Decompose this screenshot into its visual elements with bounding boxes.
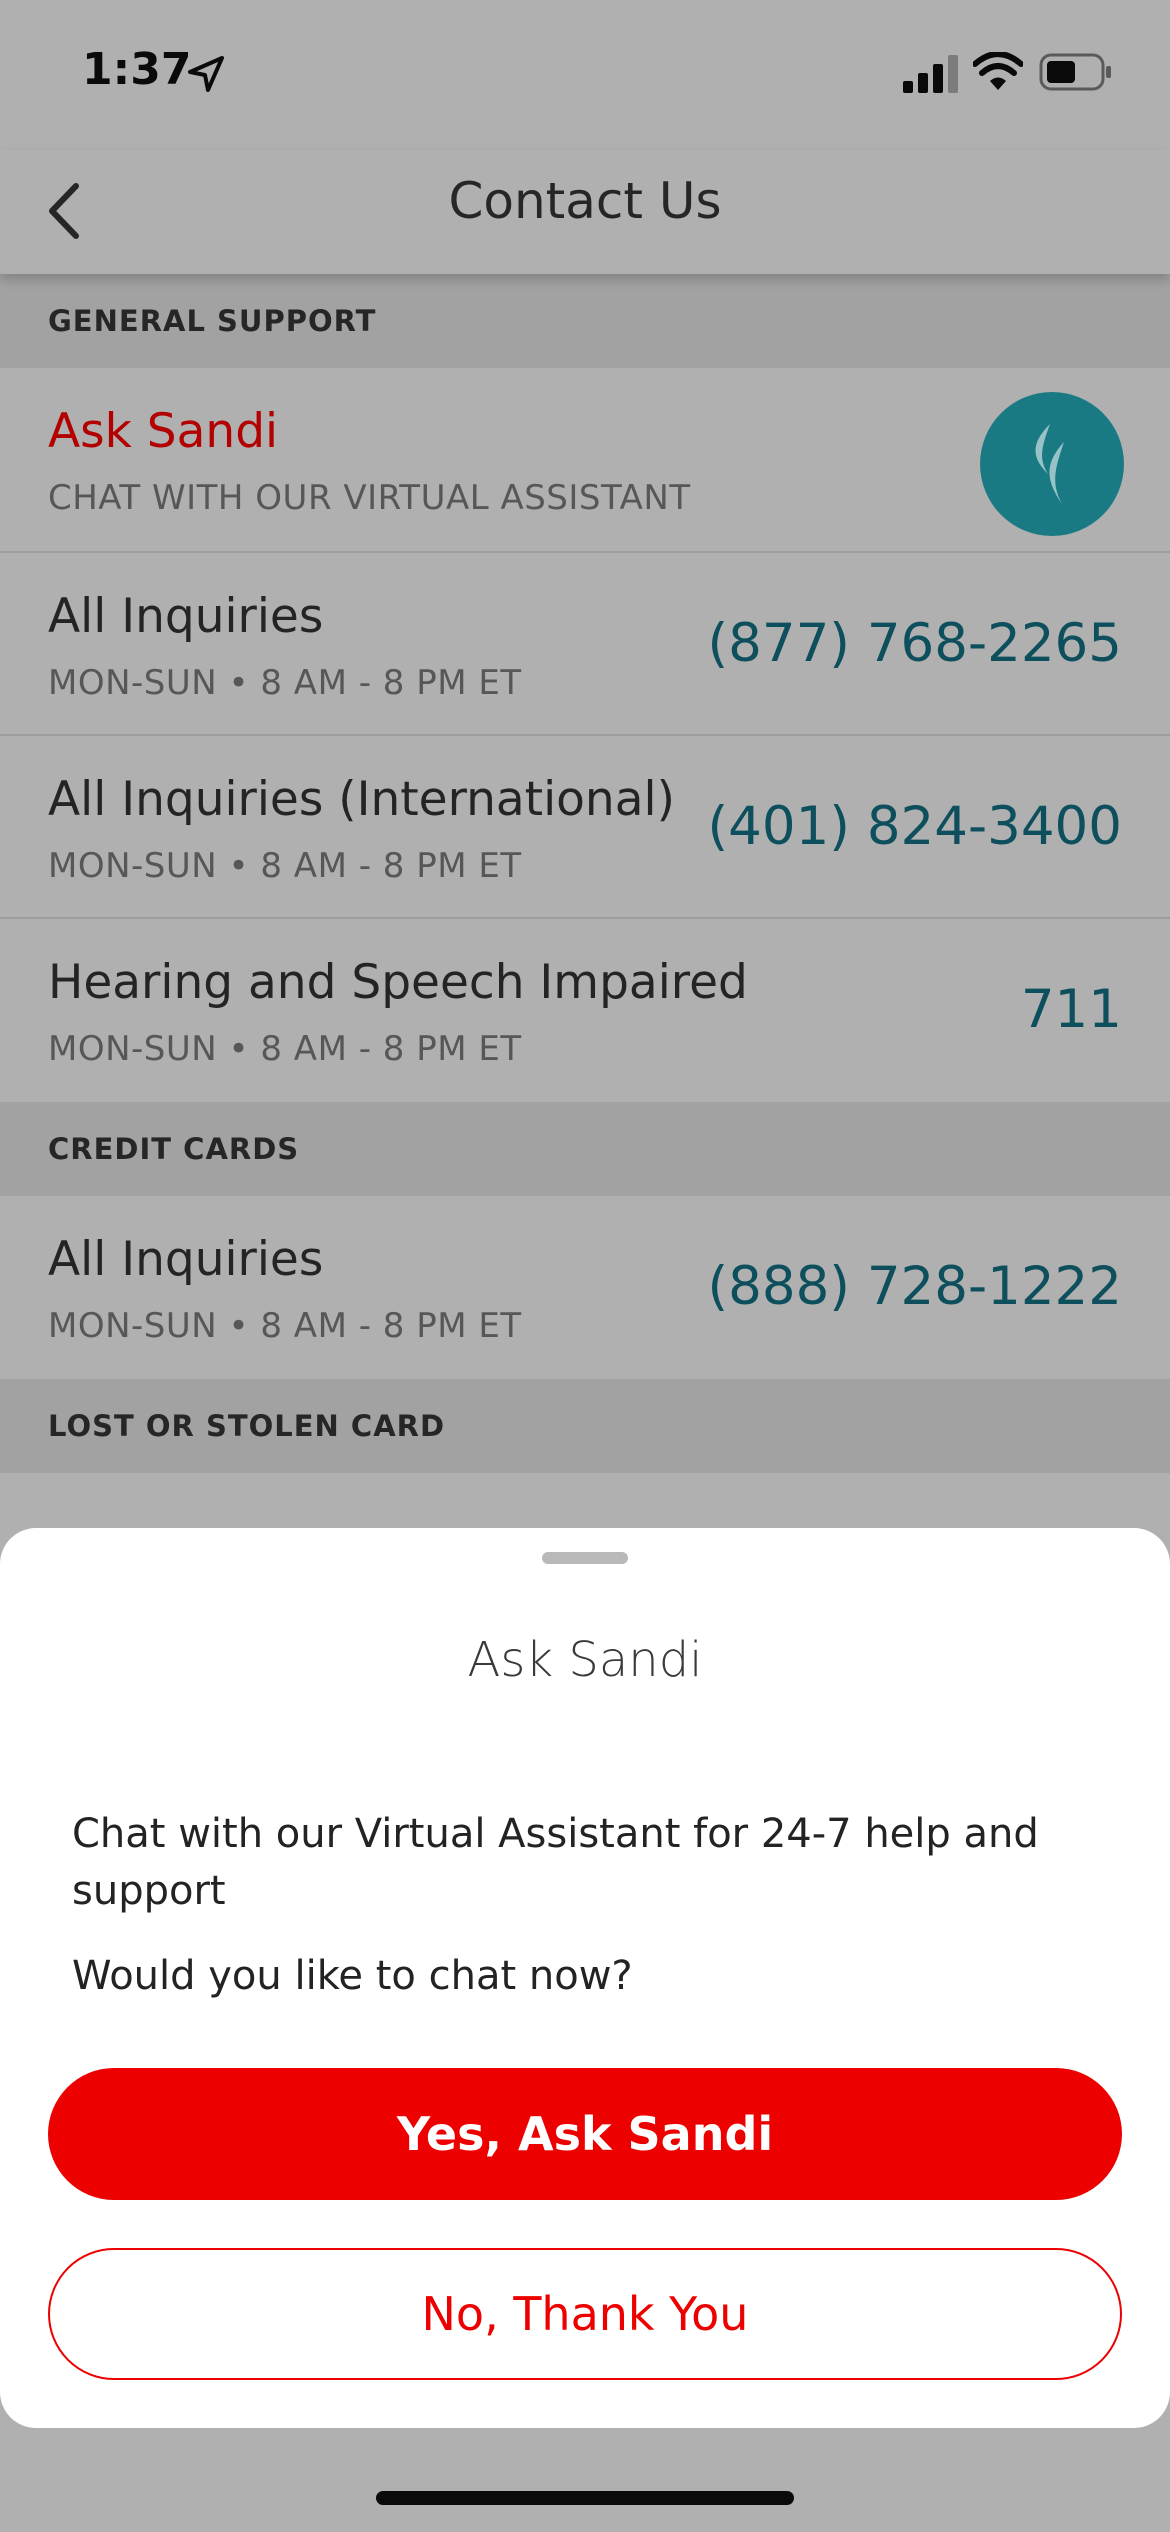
contact-row-credit-cards[interactable]: All Inquiries MON-SUN • 8 AM - 8 PM ET (… [0, 1196, 1170, 1379]
sheet-title: Ask Sandi [467, 1632, 703, 1688]
navigation-bar: Contact Us [0, 150, 1170, 274]
wifi-icon [973, 52, 1023, 90]
status-bar: 1:37 [0, 0, 1170, 150]
sheet-description: Chat with our Virtual Assistant for 24-7… [72, 1811, 1039, 1914]
section-header-lost-stolen: LOST OR STOLEN CARD [0, 1379, 1170, 1473]
sandi-flame-icon [1035, 424, 1064, 504]
contact-hours: MON-SUN • 8 AM - 8 PM ET [48, 1029, 522, 1069]
contact-title: Hearing and Speech Impaired [48, 955, 748, 1010]
home-indicator[interactable] [376, 2491, 794, 2505]
page-title: Contact Us [448, 172, 722, 230]
ask-sandi-title: Ask Sandi [48, 404, 279, 459]
phone-link[interactable]: 711 [1021, 979, 1122, 1040]
cellular-signal-icon [903, 55, 958, 93]
no-thank-you-button[interactable]: No, Thank You [48, 2248, 1122, 2380]
status-time: 1:37 [82, 44, 192, 95]
sheet-question: Would you like to chat now? [72, 1953, 633, 1999]
contact-hours: MON-SUN • 8 AM - 8 PM ET [48, 846, 522, 886]
contact-title: All Inquiries [48, 1232, 324, 1287]
sheet-grabber[interactable] [542, 1552, 628, 1564]
yes-ask-sandi-button[interactable]: Yes, Ask Sandi [48, 2068, 1122, 2200]
location-arrow-icon [188, 56, 224, 92]
sandi-avatar[interactable] [980, 392, 1124, 536]
contact-row-all-inquiries[interactable]: All Inquiries MON-SUN • 8 AM - 8 PM ET (… [0, 553, 1170, 736]
contact-row-international[interactable]: All Inquiries (International) MON-SUN • … [0, 736, 1170, 919]
contact-hours: MON-SUN • 8 AM - 8 PM ET [48, 1306, 522, 1346]
ask-sandi-bottom-sheet: Ask Sandi Chat with our Virtual Assistan… [0, 1528, 1170, 2428]
contact-title: All Inquiries [48, 589, 324, 644]
ask-sandi-row[interactable]: Ask Sandi CHAT WITH OUR VIRTUAL ASSISTAN… [0, 368, 1170, 553]
contact-hours: MON-SUN • 8 AM - 8 PM ET [48, 663, 522, 703]
phone-link[interactable]: (401) 824-3400 [707, 796, 1122, 857]
section-header-credit-cards: CREDIT CARDS [0, 1102, 1170, 1196]
phone-link[interactable]: (888) 728-1222 [707, 1256, 1122, 1317]
contact-list: GENERAL SUPPORT Ask Sandi CHAT WITH OUR … [0, 274, 1170, 1473]
ask-sandi-subtitle: CHAT WITH OUR VIRTUAL ASSISTANT [48, 478, 691, 518]
section-header-general-support: GENERAL SUPPORT [0, 274, 1170, 368]
phone-link[interactable]: (877) 768-2265 [707, 613, 1122, 674]
battery-icon [1039, 53, 1111, 91]
contact-title: All Inquiries (International) [48, 772, 675, 827]
contact-row-hearing-impaired[interactable]: Hearing and Speech Impaired MON-SUN • 8 … [0, 919, 1170, 1102]
